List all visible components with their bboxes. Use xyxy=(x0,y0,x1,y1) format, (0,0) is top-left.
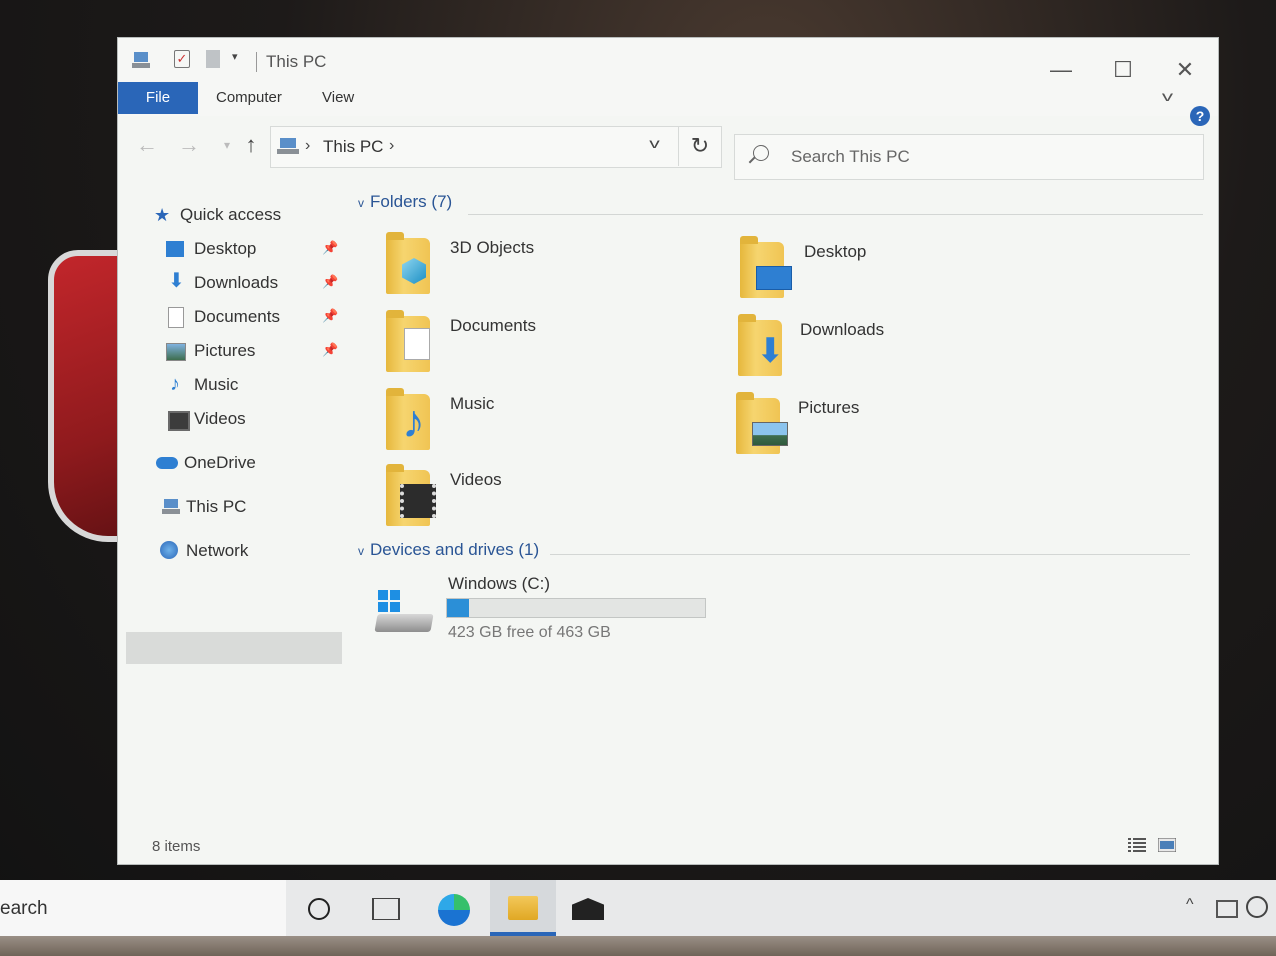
customize-toolbar-chevron-icon[interactable]: ▾ xyxy=(232,50,244,70)
pin-icon[interactable]: 📌 xyxy=(322,274,338,290)
status-item-count: 8 items xyxy=(152,838,201,855)
maximize-button[interactable]: ☐ xyxy=(1108,59,1138,81)
section-divider xyxy=(468,214,1203,215)
windows-logo-icon xyxy=(378,590,400,612)
music-note-icon: ♪ xyxy=(170,373,180,395)
title-divider xyxy=(256,52,257,72)
expand-ribbon-chevron-icon[interactable]: v xyxy=(1162,88,1173,104)
desktop-icon xyxy=(756,266,792,290)
details-view-icon[interactable] xyxy=(1128,838,1146,852)
drive-free-space: 423 GB free of 463 GB xyxy=(448,624,611,641)
large-icons-view-icon[interactable] xyxy=(1158,838,1176,852)
collapse-chevron-icon[interactable]: v xyxy=(358,196,364,210)
pin-icon[interactable]: 📌 xyxy=(322,240,338,256)
close-button[interactable]: ✕ xyxy=(1170,59,1200,81)
document-icon xyxy=(168,307,184,328)
edge-icon[interactable] xyxy=(438,894,470,926)
forward-arrow-icon[interactable]: → xyxy=(176,132,202,158)
drive-usage-fill xyxy=(447,599,470,617)
properties-check-icon[interactable]: ✓ xyxy=(174,50,190,68)
navigation-bar: ← → ▾ ↑ › This PC › v ↻ Search This PC xyxy=(118,124,1218,180)
breadcrumb[interactable]: This PC xyxy=(323,137,383,157)
file-explorer-window: ✓ ▾ This PC — ☐ ✕ File Computer View v ?… xyxy=(118,38,1218,864)
taskbar-search-text: earch xyxy=(0,898,48,919)
drive-name: Windows (C:) xyxy=(448,574,551,593)
drive-usage-bar xyxy=(446,598,706,618)
search-icon xyxy=(753,145,769,161)
hard-drive-icon xyxy=(374,590,436,636)
pin-icon[interactable]: 📌 xyxy=(322,342,338,358)
star-icon: ★ xyxy=(154,205,171,225)
tab-computer[interactable]: Computer xyxy=(216,82,282,114)
search-input[interactable]: Search This PC xyxy=(734,134,1204,180)
document-icon xyxy=(404,328,430,360)
help-icon[interactable]: ? xyxy=(1190,106,1210,126)
title-bar: ✓ ▾ This PC — ☐ ✕ xyxy=(118,38,1218,82)
recent-locations-chevron-icon[interactable]: ▾ xyxy=(214,138,240,152)
picture-icon xyxy=(166,343,186,361)
file-explorer-icon[interactable] xyxy=(508,896,538,920)
computer-icon[interactable] xyxy=(132,50,150,70)
download-arrow-icon: ⬇ xyxy=(756,332,785,370)
task-view-icon[interactable] xyxy=(372,898,400,920)
collapse-chevron-icon[interactable]: v xyxy=(358,544,364,558)
monitor-bezel xyxy=(0,936,1276,956)
search-placeholder: Search This PC xyxy=(791,147,910,166)
desktop-icon xyxy=(166,241,184,257)
selected-item-highlight xyxy=(126,632,342,664)
address-dropdown-icon[interactable]: v xyxy=(649,135,660,151)
minimize-button[interactable]: — xyxy=(1046,59,1076,81)
tab-file[interactable]: File xyxy=(118,82,198,114)
cortana-icon[interactable] xyxy=(308,898,330,920)
navigation-pane: ★ Quick access Desktop 📌 ⬇ Downloads 📌 D… xyxy=(118,178,346,818)
download-arrow-icon: ⬇ xyxy=(168,270,185,292)
ribbon-tabs: File Computer View v xyxy=(118,82,1218,116)
back-arrow-icon[interactable]: ← xyxy=(134,132,160,158)
cloud-icon xyxy=(156,457,178,469)
up-arrow-icon[interactable]: ↑ xyxy=(238,132,264,158)
tab-view[interactable]: View xyxy=(322,82,354,114)
address-bar[interactable]: › This PC › v xyxy=(270,126,722,168)
show-hidden-icons-chevron-icon[interactable]: ^ xyxy=(1186,896,1194,914)
film-icon xyxy=(400,484,436,518)
globe-icon[interactable] xyxy=(1246,896,1268,918)
music-note-icon: ♪ xyxy=(402,395,425,447)
network-icon xyxy=(160,541,178,559)
taskbar-search-box[interactable]: earch xyxy=(0,880,286,936)
devices-section-header[interactable]: v Devices and drives (1) xyxy=(358,540,539,560)
section-divider xyxy=(550,554,1190,555)
folders-section-header[interactable]: v Folders (7) xyxy=(358,192,452,212)
new-folder-icon[interactable] xyxy=(206,50,220,68)
window-title: This PC xyxy=(266,52,327,71)
picture-icon xyxy=(752,422,788,446)
breadcrumb-chevron-icon[interactable]: › xyxy=(389,137,394,155)
mail-icon[interactable] xyxy=(572,898,604,920)
computer-icon xyxy=(277,138,299,154)
computer-icon xyxy=(162,499,180,514)
film-icon xyxy=(168,411,190,431)
network-status-icon[interactable] xyxy=(1216,900,1238,918)
pin-icon[interactable]: 📌 xyxy=(322,308,338,324)
refresh-button[interactable]: ↻ xyxy=(678,126,721,166)
taskbar: earch ^ xyxy=(0,880,1276,936)
breadcrumb-chevron-icon[interactable]: › xyxy=(305,137,310,155)
